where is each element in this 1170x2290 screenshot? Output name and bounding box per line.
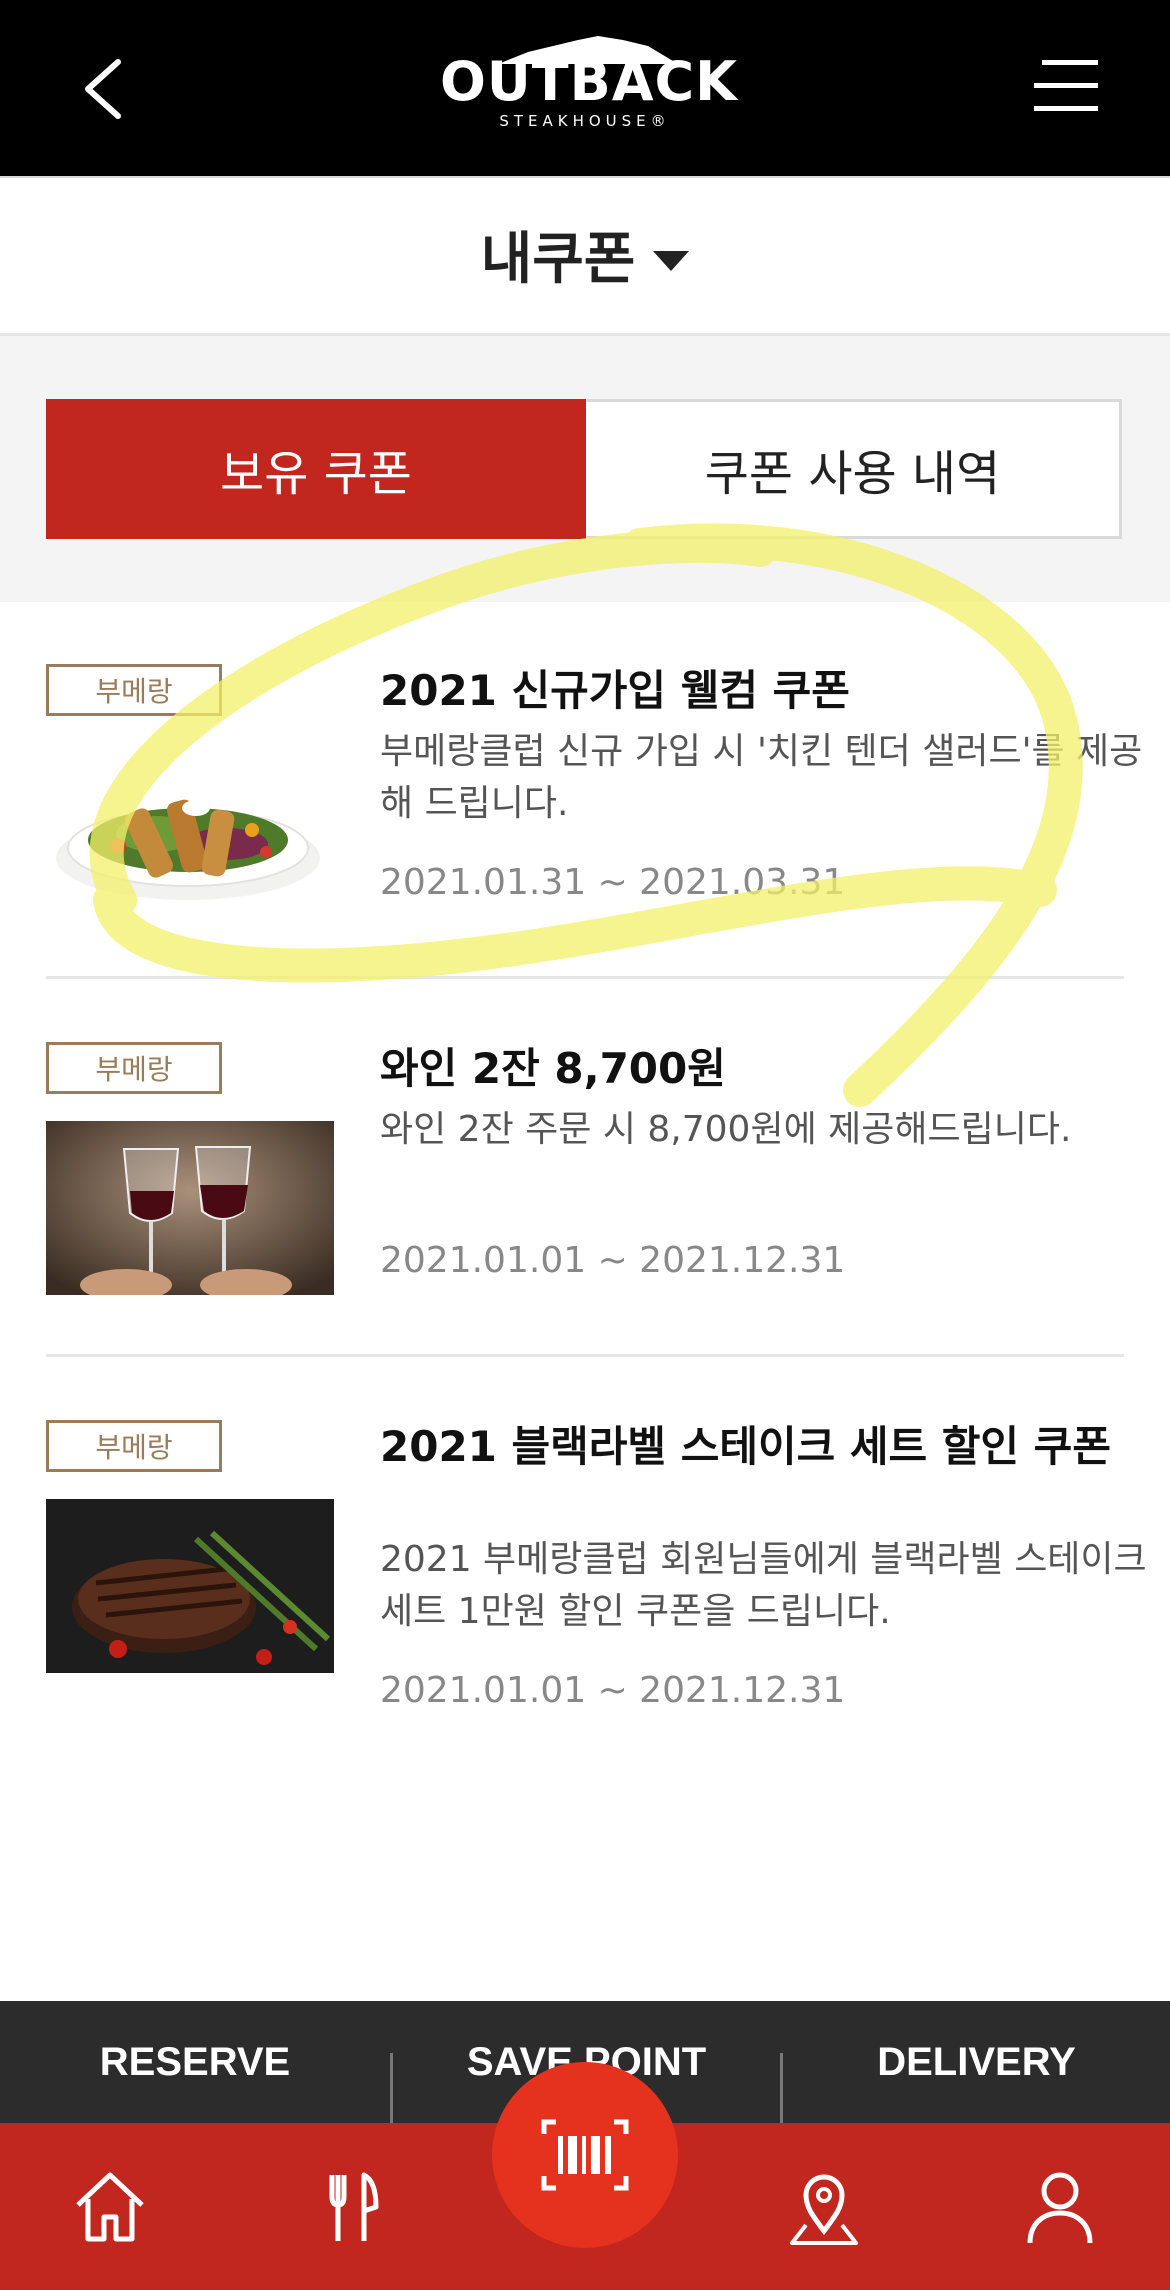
coupon-badge: 부메랑: [46, 1420, 222, 1472]
hamburger-menu-icon[interactable]: [1030, 56, 1100, 116]
reserve-button[interactable]: RESERVE: [0, 2001, 390, 2123]
coupon-description: 2021 부메랑클럽 회원님들에게 블랙라벨 스테이크 세트 1만원 할인 쿠폰…: [380, 1539, 1147, 1632]
coupon-period: 2021.01.01 ~ 2021.12.31: [380, 1240, 846, 1281]
back-arrow-icon[interactable]: [70, 44, 160, 134]
page-title-dropdown[interactable]: 내쿠폰: [0, 214, 1170, 295]
coupon-description: 와인 2잔 주문 시 8,700원에 제공해드립니다.: [380, 1109, 1072, 1150]
logo-rock-icon: [498, 36, 678, 64]
coupon-period: 2021.01.01 ~ 2021.12.31: [380, 1670, 846, 1711]
coupon-period: 2021.01.31 ~ 2021.03.31: [380, 862, 846, 903]
steak-image: [46, 1499, 334, 1673]
fork-knife-icon[interactable]: [310, 2167, 390, 2247]
coupon-badge: 부메랑: [46, 664, 222, 716]
title-area: 내쿠폰: [0, 178, 1170, 334]
coupon-item[interactable]: 부메랑 와인 2잔 8,700원 와인 2잔 주문 시 8,700원에 제공해드…: [46, 1042, 1124, 1342]
caret-down-icon: [653, 250, 690, 271]
wine-glasses-image: [46, 1121, 334, 1295]
delivery-button[interactable]: DELIVERY: [783, 2001, 1170, 2123]
top-bar: OUTBACK STEAKHOUSE®: [0, 0, 1170, 176]
logo-sub-text: STEAKHOUSE®: [499, 112, 671, 130]
tab-owned-coupons[interactable]: 보유 쿠폰: [46, 399, 586, 539]
location-pin-icon[interactable]: [784, 2167, 864, 2247]
coupon-item[interactable]: 부메랑 2021 신규가입 웰컴 쿠폰 부메랑클럽 신규 가입 시 '치킨 텐더…: [46, 664, 1142, 964]
user-icon[interactable]: [1020, 2167, 1100, 2247]
coupon-title: 2021 블랙라벨 스테이크 세트 할인 쿠폰: [380, 1422, 1111, 1471]
page-title: 내쿠폰: [480, 227, 636, 292]
home-icon[interactable]: [70, 2167, 150, 2247]
list-divider: [46, 976, 1124, 979]
chicken-salad-image: [46, 748, 334, 922]
outback-logo[interactable]: OUTBACK STEAKHOUSE®: [440, 30, 737, 150]
barcode-icon: [541, 2119, 629, 2191]
coupon-title: 2021 신규가입 웰컴 쿠폰: [380, 666, 850, 715]
coupon-description: 부메랑클럽 신규 가입 시 '치킨 텐더 샐러드'를 제공해 드립니다.: [380, 731, 1143, 824]
coupon-badge: 부메랑: [46, 1042, 222, 1094]
tab-coupon-history[interactable]: 쿠폰 사용 내역: [586, 399, 1122, 539]
coupon-title: 와인 2잔 8,700원: [380, 1044, 726, 1093]
barcode-scan-button[interactable]: [492, 2062, 678, 2248]
tab-area: 보유 쿠폰 쿠폰 사용 내역: [0, 336, 1170, 602]
coupon-item[interactable]: 부메랑 2021 블랙라벨 스테이크 세트 할인 쿠폰 2021 부메랑클럽 회…: [46, 1420, 1147, 1740]
list-divider: [46, 1354, 1124, 1357]
